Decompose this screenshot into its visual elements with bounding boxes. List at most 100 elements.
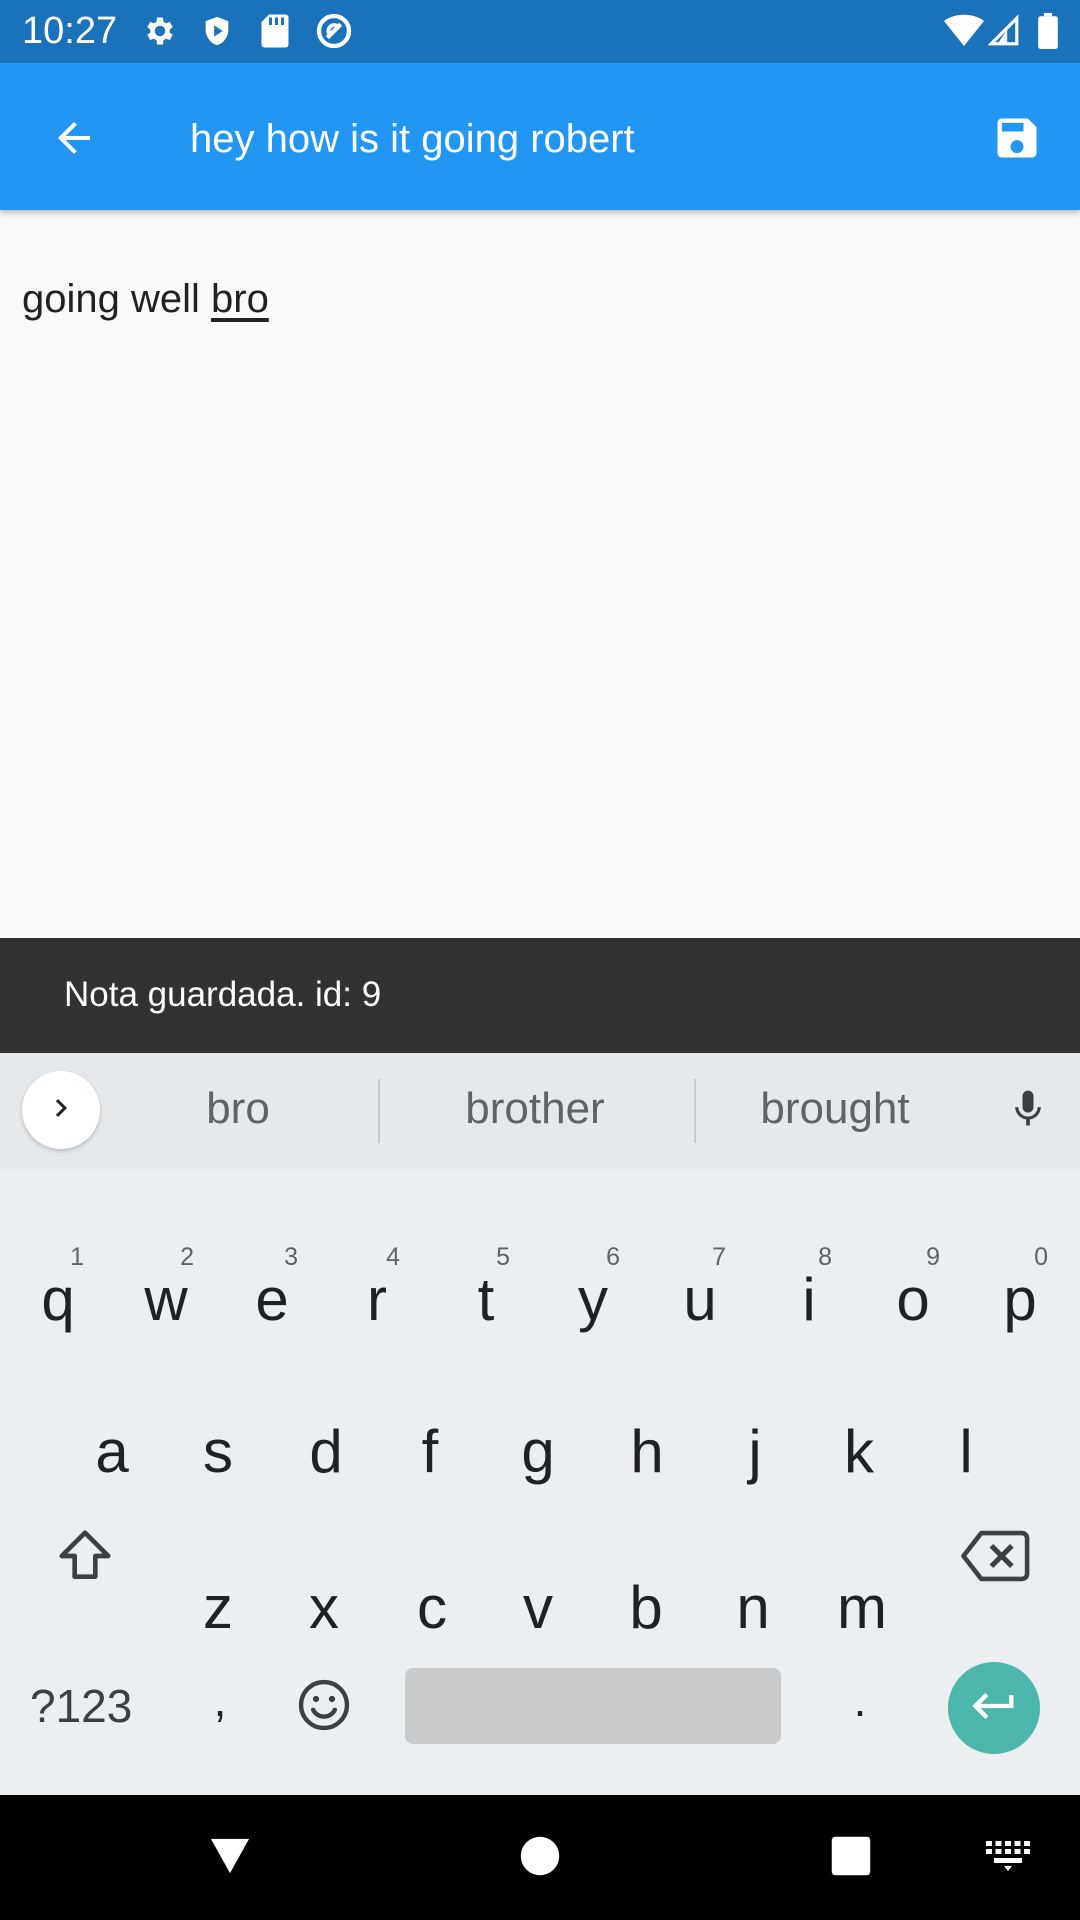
key-label: w (144, 1266, 188, 1333)
backspace-key[interactable] (956, 1523, 1032, 1593)
sd-card-icon (260, 12, 290, 50)
shift-key[interactable] (50, 1523, 120, 1593)
floppy-disk-icon (991, 112, 1043, 169)
home-circle-icon (519, 1835, 561, 1882)
key-v[interactable]: v (510, 1573, 566, 1643)
suggestion-2[interactable]: brother (425, 1081, 645, 1137)
suggestion-divider (378, 1079, 380, 1143)
key-label: h (630, 1418, 664, 1485)
key-y[interactable]: y6 (564, 1243, 622, 1335)
enter-key[interactable] (948, 1662, 1040, 1754)
voice-input-button[interactable] (1000, 1083, 1056, 1139)
key-t[interactable]: t5 (460, 1243, 512, 1335)
key-label: n (736, 1574, 770, 1641)
key-label: t (477, 1266, 495, 1333)
key-label: r (367, 1266, 387, 1333)
key-m[interactable]: m (826, 1573, 898, 1643)
key-u[interactable]: u7 (672, 1243, 728, 1335)
key-label: e (255, 1266, 289, 1333)
key-e[interactable]: e3 (244, 1243, 300, 1335)
at-sign-icon (314, 12, 354, 50)
key-x[interactable]: x (296, 1573, 352, 1643)
key-number-hint: 8 (818, 1243, 832, 1271)
shield-icon (200, 12, 234, 50)
key-a[interactable]: a (84, 1417, 140, 1487)
smiley-face-icon (295, 1676, 353, 1739)
cell-signal-icon (988, 12, 1020, 50)
key-f[interactable]: f (402, 1417, 458, 1487)
wifi-icon (944, 12, 984, 50)
key-label: a (95, 1418, 129, 1485)
key-number-hint: 3 (284, 1243, 298, 1271)
key-s[interactable]: s (190, 1417, 246, 1487)
save-button[interactable] (980, 106, 1054, 174)
key-q[interactable]: q1 (30, 1243, 86, 1335)
soft-keyboard: bro brother brought q1 w2 e3 r4 t5 y6 u7… (0, 1053, 1080, 1795)
back-triangle-icon (207, 1835, 253, 1882)
back-button[interactable] (40, 106, 108, 174)
key-label: o (896, 1266, 930, 1333)
key-comma[interactable]: , (200, 1665, 240, 1735)
nav-recents-button[interactable] (826, 1833, 876, 1883)
key-label: m (837, 1574, 887, 1641)
note-title-field[interactable]: hey how is it going robert (190, 111, 635, 167)
expand-toolbar-button[interactable] (22, 1071, 100, 1149)
emoji-key[interactable] (292, 1675, 356, 1739)
arrow-left-icon (50, 114, 98, 167)
space-key[interactable] (405, 1668, 781, 1744)
suggestion-3[interactable]: brought (725, 1081, 945, 1137)
key-j[interactable]: j (730, 1417, 780, 1487)
backspace-icon (958, 1528, 1030, 1589)
gear-icon (142, 12, 178, 50)
note-text: going well (22, 277, 212, 321)
key-label: k (844, 1418, 874, 1485)
key-n[interactable]: n (724, 1573, 782, 1643)
recents-square-icon (830, 1835, 872, 1882)
key-k[interactable]: k (830, 1417, 888, 1487)
key-label: p (1003, 1266, 1037, 1333)
note-editor[interactable]: going well bro (0, 210, 1080, 938)
enter-arrow-icon (968, 1680, 1020, 1737)
key-number-hint: 7 (712, 1243, 726, 1271)
symbols-key[interactable]: ?123 (30, 1678, 132, 1734)
microphone-icon (1006, 1084, 1050, 1139)
shift-arrow-icon (54, 1525, 116, 1592)
app-bar: hey how is it going robert (0, 63, 1080, 210)
key-label: c (417, 1574, 447, 1641)
key-label: x (309, 1574, 339, 1641)
key-i[interactable]: i8 (784, 1243, 834, 1335)
key-l[interactable]: l (940, 1417, 992, 1487)
key-w[interactable]: w2 (136, 1243, 196, 1335)
key-label: l (959, 1418, 973, 1485)
nav-keyboard-switch-button[interactable] (984, 1833, 1032, 1883)
key-r[interactable]: r4 (352, 1243, 402, 1335)
snackbar: Nota guardada. id: 9 (0, 938, 1080, 1053)
key-h[interactable]: h (618, 1417, 676, 1487)
key-label: . (853, 1674, 867, 1726)
chevron-right-icon (43, 1090, 79, 1131)
key-label: b (629, 1574, 663, 1641)
key-label: v (523, 1574, 553, 1641)
key-period[interactable]: . (840, 1665, 880, 1735)
key-label: f (421, 1418, 439, 1485)
key-c[interactable]: c (404, 1573, 460, 1643)
key-d[interactable]: d (296, 1417, 356, 1487)
note-body-text[interactable]: going well bro (22, 272, 269, 326)
key-number-hint: 6 (606, 1243, 620, 1271)
key-label: g (521, 1418, 555, 1485)
key-number-hint: 4 (386, 1243, 400, 1271)
key-z[interactable]: z (190, 1573, 246, 1643)
nav-home-button[interactable] (514, 1833, 566, 1883)
key-p[interactable]: p0 (990, 1243, 1050, 1335)
key-label: i (802, 1266, 816, 1333)
key-b[interactable]: b (616, 1573, 676, 1643)
nav-back-button[interactable] (200, 1833, 260, 1883)
suggestion-1[interactable]: bro (158, 1081, 318, 1137)
composing-word: bro (211, 277, 269, 321)
key-label: s (203, 1418, 233, 1485)
key-g[interactable]: g (508, 1417, 568, 1487)
key-label: y (578, 1266, 608, 1333)
key-o[interactable]: o9 (884, 1243, 942, 1335)
key-number-hint: 5 (496, 1243, 510, 1271)
navigation-bar (0, 1795, 1080, 1920)
